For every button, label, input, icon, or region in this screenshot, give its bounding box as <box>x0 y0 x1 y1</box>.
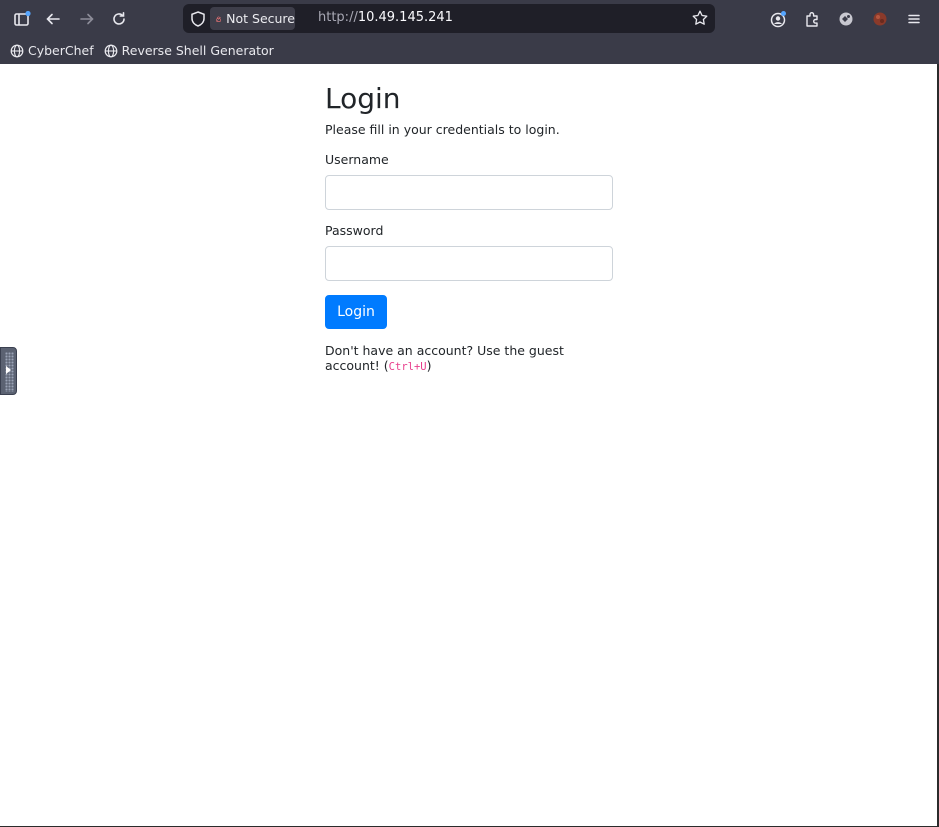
url-text[interactable]: http://10.49.145.241 <box>318 10 453 25</box>
note-text: Don't have an account? Use the guest acc… <box>325 343 564 373</box>
url-bar[interactable]: Not Secure http://10.49.145.241 <box>183 4 715 33</box>
bookmarks-bar: CyberChef Reverse Shell Generator <box>0 37 939 64</box>
browser-toolbar: Not Secure http://10.49.145.241 <box>0 0 939 37</box>
url-host: 10.49.145.241 <box>357 10 453 25</box>
not-secure-label: Not Secure <box>226 11 295 26</box>
password-input[interactable] <box>325 246 613 281</box>
side-panel-handle[interactable] <box>0 347 17 395</box>
guest-account-note: Don't have an account? Use the guest acc… <box>325 343 585 375</box>
sidebar-icon[interactable] <box>11 8 33 30</box>
note-end: ) <box>426 358 432 373</box>
login-button[interactable]: Login <box>325 295 387 329</box>
profile-icon[interactable] <box>869 8 891 30</box>
reload-icon[interactable] <box>108 8 130 30</box>
expand-arrow-icon <box>6 366 11 374</box>
shortcut-code: Ctrl+U <box>388 361 427 373</box>
account-icon[interactable] <box>767 8 789 30</box>
username-label: Username <box>325 152 389 167</box>
bookmark-reverse-shell-generator[interactable]: Reverse Shell Generator <box>104 43 274 58</box>
menu-icon[interactable] <box>903 8 925 30</box>
extensions-icon[interactable] <box>801 8 823 30</box>
extension-icon[interactable] <box>835 8 857 30</box>
globe-icon <box>104 44 118 57</box>
bookmark-label: CyberChef <box>28 43 94 58</box>
username-input[interactable] <box>325 175 613 210</box>
back-icon[interactable] <box>42 8 64 30</box>
page-subtitle: Please fill in your credentials to login… <box>325 122 560 137</box>
bookmark-cyberchef[interactable]: CyberChef <box>10 43 94 58</box>
url-protocol: http:// <box>318 10 358 25</box>
password-label: Password <box>325 223 384 238</box>
shield-icon[interactable] <box>189 10 207 28</box>
forward-icon[interactable] <box>76 8 98 30</box>
page-title: Login <box>325 82 401 115</box>
not-secure-badge[interactable]: Not Secure <box>210 7 295 30</box>
star-icon[interactable] <box>691 9 709 27</box>
lock-icon <box>216 16 221 22</box>
globe-icon <box>10 44 24 57</box>
bookmark-label: Reverse Shell Generator <box>121 43 274 58</box>
